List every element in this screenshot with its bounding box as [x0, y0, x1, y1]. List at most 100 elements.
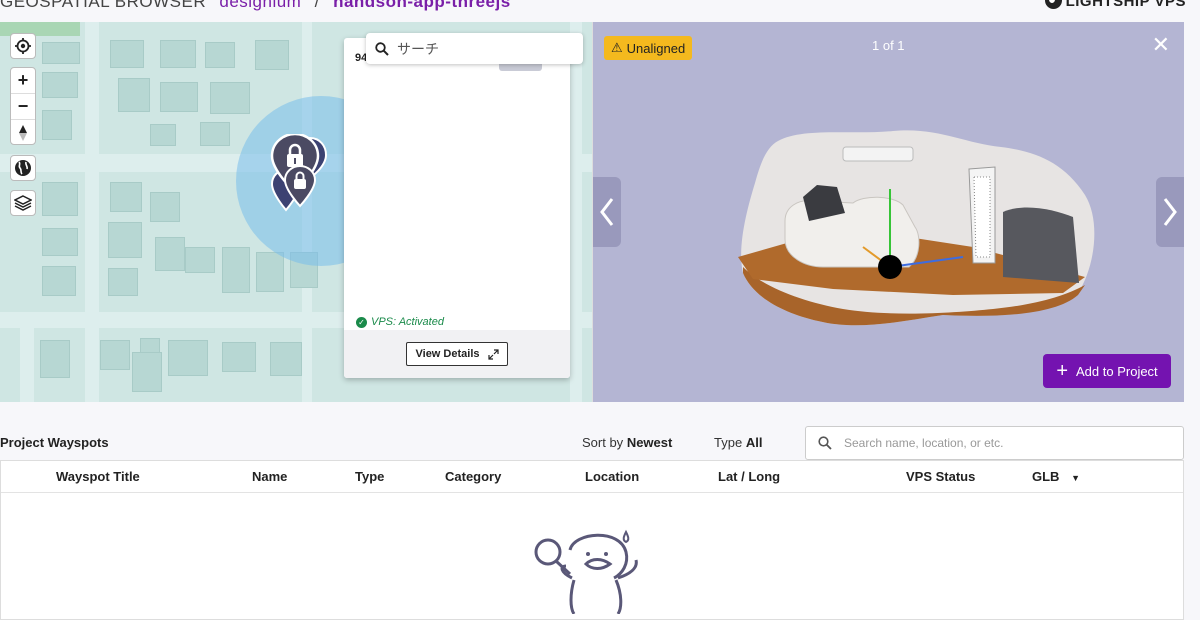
scan-counter: 1 of 1 [872, 38, 905, 53]
map-building [42, 42, 80, 64]
next-scan-button[interactable] [1156, 177, 1184, 247]
breadcrumb-project: handson-app-threejs [333, 0, 511, 11]
wayspot-search-input[interactable]: Search name, location, or etc. [805, 426, 1184, 460]
chevron-left-icon [600, 198, 614, 226]
zoom-in-button[interactable]: + [11, 68, 35, 94]
unaligned-badge: ⚠ Unaligned [604, 36, 693, 60]
map-building [100, 340, 130, 370]
map-building [150, 192, 180, 222]
globe-icon [15, 160, 31, 176]
column-header-location[interactable]: Location [585, 469, 639, 484]
plus-icon: + [1056, 360, 1069, 382]
map-road [20, 327, 34, 402]
map-building [160, 40, 196, 68]
view-details-button[interactable]: View Details [406, 342, 508, 366]
breadcrumb-root[interactable]: GEOSPATIAL BROWSER [0, 0, 206, 11]
column-header-glb-label: GLB [1032, 469, 1060, 484]
sort-dropdown[interactable]: Sort by Newest [582, 435, 672, 450]
map-building [108, 268, 138, 296]
zoom-controls: + − [10, 67, 36, 145]
check-circle-icon: ✓ [356, 316, 367, 328]
map-building [118, 78, 150, 112]
map-search-input[interactable]: サーチ [366, 33, 583, 64]
empty-state-illustration [534, 529, 638, 614]
scan-viewer[interactable]: ⚠ Unaligned 1 of 1 ✕ + Add to Project [593, 22, 1184, 402]
type-prefix: Type [714, 435, 743, 450]
unaligned-label: Unaligned [626, 40, 686, 56]
map-building [160, 82, 198, 112]
column-header-lat-long[interactable]: Lat / Long [718, 469, 780, 484]
vps-status-text: VPS: Activated [371, 316, 444, 328]
map-building [42, 228, 78, 256]
map-building [42, 266, 76, 296]
map-building [132, 352, 162, 392]
wayspot-pins[interactable] [270, 134, 350, 220]
wayspot-search-placeholder: Search name, location, or etc. [844, 436, 1004, 450]
map-building [108, 222, 142, 258]
map-building [256, 252, 284, 292]
scan-preview-image[interactable] [733, 117, 1103, 347]
map-search-placeholder: サーチ [397, 40, 439, 57]
map-panel[interactable]: + − 94 ✓ VPS: Activated View Details サーチ [0, 22, 593, 402]
warning-icon: ⚠ [611, 40, 623, 55]
brand-logo: LIGHTSHIP VPS [1044, 0, 1186, 10]
map-building [210, 82, 250, 114]
map-road [570, 22, 582, 402]
globe-icon [1044, 0, 1062, 9]
search-icon [375, 41, 389, 56]
map-building [205, 42, 235, 68]
map-building [110, 40, 144, 68]
map-building [42, 72, 78, 98]
column-header-type[interactable]: Type [355, 469, 384, 484]
map-building [40, 340, 70, 378]
map-building [270, 342, 302, 376]
map-building [185, 247, 215, 273]
expand-icon [487, 348, 499, 360]
column-header-vps-status[interactable]: VPS Status [906, 469, 975, 484]
table-header: Wayspot Title Name Type Category Locatio… [1, 461, 1183, 493]
map-building [222, 342, 256, 372]
add-to-project-button[interactable]: + Add to Project [1043, 354, 1171, 388]
zoom-out-button[interactable]: − [11, 94, 35, 120]
globe-button[interactable] [10, 155, 36, 181]
column-header-glb[interactable]: GLB ▼ [1032, 469, 1080, 484]
chevron-right-icon [1163, 198, 1177, 226]
locate-icon [15, 38, 31, 54]
column-header-wayspot-title[interactable]: Wayspot Title [56, 469, 140, 484]
caret-down-icon: ▼ [1071, 473, 1080, 483]
locate-button[interactable] [10, 33, 36, 59]
vps-status: ✓ VPS: Activated [356, 316, 444, 328]
previous-scan-button[interactable] [593, 177, 621, 247]
map-building [222, 247, 250, 293]
brand-name: LIGHTSHIP [1065, 0, 1150, 10]
column-header-category[interactable]: Category [445, 469, 501, 484]
breadcrumb-separator: / [314, 0, 320, 11]
map-building [255, 40, 289, 70]
popup-footer: View Details [344, 330, 570, 378]
compass-icon [19, 125, 27, 141]
map-building [42, 110, 72, 140]
sort-prefix: Sort by [582, 435, 624, 450]
map-building [168, 340, 208, 376]
map-building [155, 237, 185, 271]
column-header-name[interactable]: Name [252, 469, 287, 484]
map-building [150, 124, 176, 146]
sort-value: Newest [626, 435, 673, 450]
type-value: All [745, 435, 763, 450]
layers-button[interactable] [10, 190, 36, 216]
section-title: Project Wayspots [0, 435, 109, 450]
top-bar: GEOSPATIAL BROWSER designium / handson-a… [0, 0, 1200, 14]
map-building [110, 182, 142, 212]
breadcrumb-org[interactable]: designium [219, 0, 301, 11]
wayspot-popup: 94 ✓ VPS: Activated View Details [344, 38, 570, 378]
search-icon [818, 436, 832, 450]
add-to-project-label: Add to Project [1076, 363, 1158, 379]
compass-button[interactable] [11, 120, 35, 146]
map-building [200, 122, 230, 146]
type-filter-dropdown[interactable]: Type All [714, 435, 762, 450]
map-building [42, 182, 78, 216]
close-icon[interactable]: ✕ [1152, 34, 1170, 56]
breadcrumb: GEOSPATIAL BROWSER designium / handson-a… [0, 0, 511, 12]
view-details-label: View Details [415, 348, 480, 360]
map-road [85, 22, 99, 402]
